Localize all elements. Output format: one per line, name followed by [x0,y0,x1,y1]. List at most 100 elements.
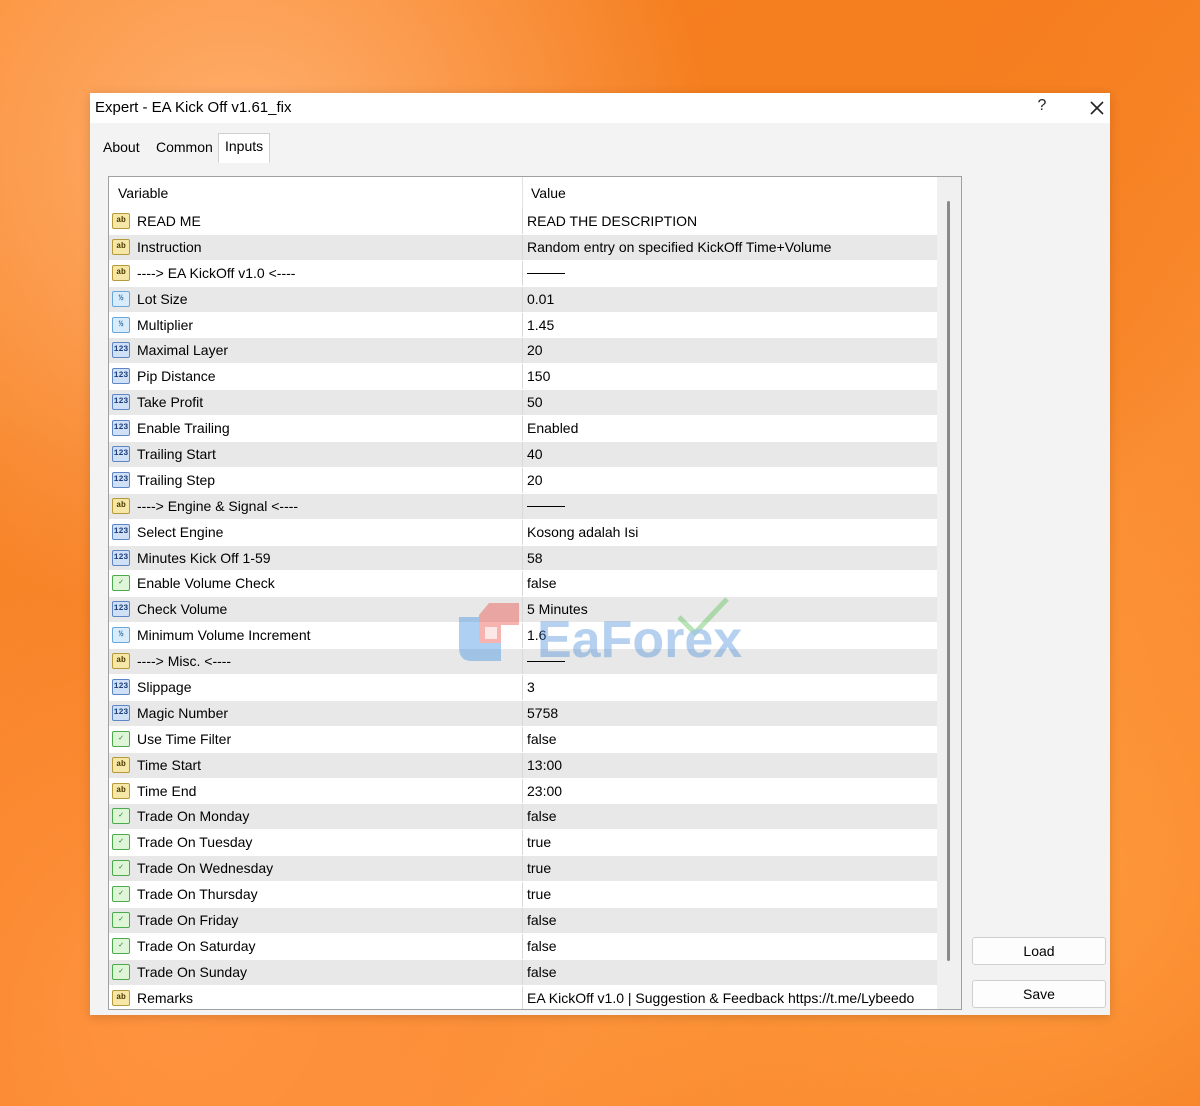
value-cell[interactable]: 1.6 [527,627,546,643]
value-cell[interactable]: 40 [527,446,543,462]
value-cell-empty[interactable] [527,505,565,507]
string-icon: ab [112,238,130,255]
load-button[interactable]: Load [972,937,1106,965]
cell-divider [522,442,523,467]
table-row[interactable]: ✓ Enable Volume Check false [109,571,937,598]
table-row[interactable]: ✓ Trade On Saturday false [109,933,937,960]
table-row[interactable]: ✓ Trade On Thursday true [109,882,937,909]
table-row[interactable]: 123 Magic Number 5758 [109,700,937,727]
value-cell[interactable]: Enabled [527,420,578,436]
value-cell[interactable]: 20 [527,472,543,488]
value-cell[interactable]: 5758 [527,705,558,721]
table-row[interactable]: 123 Pip Distance 150 [109,364,937,391]
table-row[interactable]: ½ Lot Size 0.01 [109,286,937,313]
integer-icon: 123 [112,704,130,721]
table-row[interactable]: 123 Trailing Step 20 [109,467,937,494]
cell-divider [522,286,523,312]
table-row[interactable]: ✓ Trade On Sunday false [109,959,937,986]
variable-name: Magic Number [137,704,229,721]
value-cell[interactable]: false [527,912,557,928]
value-cell[interactable]: Kosong adalah Isi [527,524,638,540]
variable-name: Trade On Sunday [137,963,247,980]
table-row[interactable]: 123 Check Volume 5 Minutes [109,597,937,624]
variable-name: Trailing Start [137,446,216,463]
inputs-panel: Variable Value ab READ ME READ THE DESCRIP… [90,165,1110,1015]
table-row[interactable]: ab ----> EA KickOff v1.0 <---- [109,260,937,287]
integer-icon: 123 [112,601,130,618]
bool-icon: ✓ [112,912,130,929]
value-cell[interactable]: 58 [527,550,543,566]
table-row[interactable]: ✓ Trade On Monday false [109,804,937,831]
table-row[interactable]: ½ Minimum Volume Increment 1.6 [109,623,937,650]
table-row[interactable]: 123 Select Engine Kosong adalah Isi [109,519,937,546]
double-icon: ½ [112,627,130,644]
table-row[interactable]: 123 Take Profit 50 [109,390,937,417]
help-button[interactable]: ? [1032,97,1052,119]
value-cell[interactable]: false [527,964,557,980]
value-cell[interactable]: 0.01 [527,291,554,307]
column-divider[interactable] [522,177,523,209]
scrollbar-thumb[interactable] [947,201,950,961]
table-row[interactable]: 123 Maximal Layer 20 [109,338,937,365]
string-icon: ab [112,497,130,514]
table-row[interactable]: 123 Minutes Kick Off 1-59 58 [109,545,937,572]
tab-common[interactable]: Common [150,137,219,157]
table-row[interactable]: ½ Multiplier 1.45 [109,312,937,339]
value-cell[interactable]: Random entry on specified KickOff Time+V… [527,239,831,255]
save-button[interactable]: Save [972,980,1106,1008]
integer-icon: 123 [112,523,130,540]
table-row[interactable]: ✓ Use Time Filter false [109,726,937,753]
table-row[interactable]: 123 Trailing Start 40 [109,442,937,468]
value-cell[interactable]: 5 Minutes [527,601,588,617]
value-cell[interactable]: 50 [527,394,543,410]
variable-name: Minutes Kick Off 1-59 [137,549,271,566]
table-row[interactable]: ab Time End 23:00 [109,778,937,805]
tab-inputs[interactable]: Inputs [218,133,271,163]
value-cell[interactable]: false [527,731,557,747]
table-row[interactable]: ab ----> Engine & Signal <---- [109,493,937,520]
vertical-scrollbar[interactable] [937,177,961,1009]
value-cell[interactable]: READ THE DESCRIPTION [527,213,697,229]
variable-name: Pip Distance [137,368,216,385]
cell-divider [522,959,523,985]
variable-name: Trailing Step [137,471,216,488]
expert-dialog: Expert - EA Kick Off v1.61_fix ? About C… [90,93,1110,1015]
value-cell[interactable]: false [527,938,557,954]
value-cell-empty[interactable] [527,272,565,274]
column-header-variable[interactable]: Variable [118,185,168,201]
table-row[interactable]: ab Remarks EA KickOff v1.0 | Suggestion & … [109,985,937,1009]
cell-divider [522,856,523,882]
value-cell[interactable]: true [527,886,551,902]
variable-name: Select Engine [137,523,224,540]
table-row[interactable]: ab ----> Misc. <---- [109,649,937,676]
cell-divider [522,649,523,675]
table-row[interactable]: ab READ ME READ THE DESCRIPTION [109,209,937,235]
value-cell[interactable]: 150 [527,368,550,384]
value-cell[interactable]: EA KickOff v1.0 | Suggestion & Feedback … [527,990,914,1006]
value-cell[interactable]: true [527,834,551,850]
table-row[interactable]: ab Time Start 13:00 [109,752,937,779]
table-row[interactable]: ab Instruction Random entry on specified K… [109,234,937,261]
table-row[interactable]: 123 Slippage 3 [109,675,937,701]
value-cell[interactable]: 13:00 [527,757,562,773]
variable-name: Trade On Thursday [137,886,258,903]
value-cell[interactable]: true [527,860,551,876]
bool-icon: ✓ [112,886,130,903]
variable-name: Time Start [137,756,202,773]
value-cell[interactable]: false [527,808,557,824]
value-cell[interactable]: false [527,575,557,591]
table-row[interactable]: ✓ Trade On Wednesday true [109,856,937,883]
table-row[interactable]: ✓ Trade On Tuesday true [109,830,937,857]
tab-about[interactable]: About [97,137,146,157]
cell-divider [522,338,523,364]
value-cell[interactable]: 3 [527,679,535,695]
value-cell[interactable]: 20 [527,342,543,358]
value-cell-empty[interactable] [527,661,565,663]
cell-divider [522,260,523,286]
value-cell[interactable]: 23:00 [527,783,562,799]
table-row[interactable]: 123 Enable Trailing Enabled [109,416,937,443]
table-row[interactable]: ✓ Trade On Friday false [109,908,937,934]
close-icon[interactable] [1086,97,1108,119]
value-cell[interactable]: 1.45 [527,317,554,333]
column-header-value[interactable]: Value [531,185,566,201]
